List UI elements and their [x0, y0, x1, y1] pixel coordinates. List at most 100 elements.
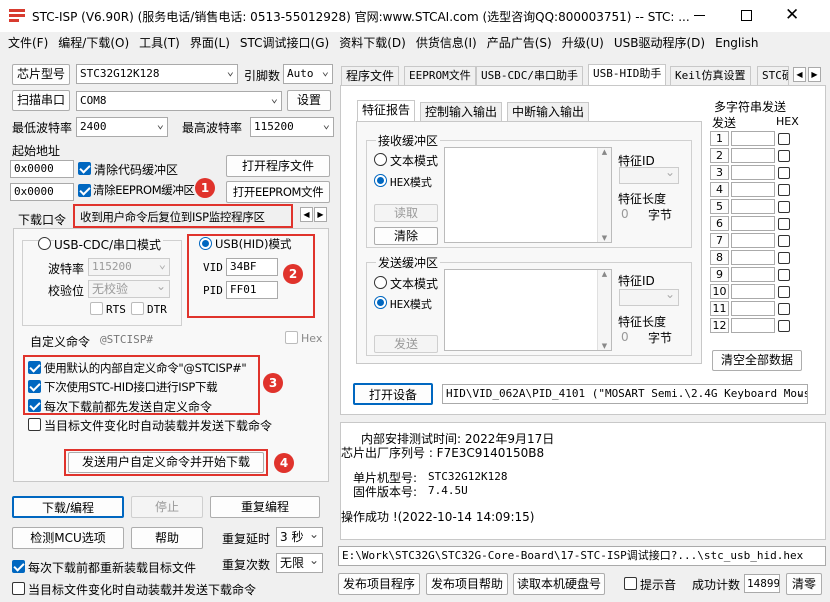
minimize-icon[interactable] — [694, 15, 705, 16]
rts-checkbox[interactable] — [90, 302, 103, 315]
scan-port-button[interactable]: 扫描串口 — [12, 90, 70, 111]
clear-eeprom-checkbox[interactable] — [78, 184, 91, 197]
port-select[interactable]: COM8 — [76, 91, 282, 111]
menu-program[interactable]: 编程/下载(O) — [53, 34, 134, 51]
subtab-control-io[interactable]: 控制输入输出 — [420, 102, 503, 122]
dtr-checkbox[interactable] — [131, 302, 144, 315]
multi-send-row-input[interactable] — [731, 318, 775, 333]
multi-send-row-hex-checkbox[interactable] — [778, 167, 790, 179]
multi-send-row-input[interactable] — [731, 284, 775, 299]
multi-send-row-button[interactable]: 5 — [710, 199, 729, 214]
multi-send-row-button[interactable]: 4 — [710, 182, 729, 197]
multi-send-row-hex-checkbox[interactable] — [778, 150, 790, 162]
download-button[interactable]: 下载/编程 — [12, 496, 124, 518]
close-icon[interactable]: ✕ — [785, 5, 799, 25]
tab-usb-hid[interactable]: USB-HID助手 — [588, 64, 667, 86]
send-textarea[interactable] — [444, 269, 612, 351]
menu-supply[interactable]: 供货信息(I) — [411, 34, 482, 51]
open-program-button[interactable]: 打开程序文件 — [226, 155, 330, 177]
multi-send-row-input[interactable] — [731, 267, 775, 282]
tab-scroll-right-icon[interactable]: ▶ — [314, 207, 327, 222]
open-device-button[interactable]: 打开设备 — [353, 383, 433, 405]
clear-count-button[interactable]: 清零 — [786, 573, 822, 595]
repeat-count-select[interactable]: 无限 — [276, 553, 323, 573]
recv-scrollbar[interactable]: ▲ ▼ — [597, 148, 611, 242]
recv-textarea[interactable] — [444, 147, 612, 243]
multi-send-row-hex-checkbox[interactable] — [778, 269, 790, 281]
multi-send-row-input[interactable] — [731, 165, 775, 180]
pins-select[interactable]: Auto — [283, 64, 333, 84]
auto-send-checkbox[interactable] — [28, 418, 41, 431]
multi-send-row-hex-checkbox[interactable] — [778, 252, 790, 264]
right-tab-scroll-right-icon[interactable]: ▶ — [808, 67, 821, 82]
send-scrollbar[interactable]: ▲ ▼ — [597, 270, 611, 350]
read-button[interactable]: 读取 — [374, 204, 438, 222]
beep-checkbox[interactable] — [624, 577, 637, 590]
maximize-icon[interactable] — [741, 10, 752, 21]
min-baud-select[interactable]: 2400 — [76, 117, 168, 137]
recv-text-mode-radio[interactable] — [374, 153, 387, 166]
multi-send-row-button[interactable]: 7 — [710, 233, 729, 248]
menu-tools[interactable]: 工具(T) — [134, 34, 185, 51]
cdc-mode-radio[interactable] — [38, 237, 51, 250]
multi-send-row-button[interactable]: 6 — [710, 216, 729, 231]
hid-next-checkbox[interactable] — [28, 380, 41, 393]
hex-checkbox[interactable] — [285, 331, 298, 344]
multi-send-row-input[interactable] — [731, 216, 775, 231]
menu-english[interactable]: English — [710, 36, 763, 50]
menu-ads[interactable]: 产品广告(S) — [482, 34, 557, 51]
subtab-feature-report[interactable]: 特征报告 — [357, 100, 416, 122]
tab-reset-isp[interactable]: 收到用户命令后复位到ISP监控程序区 — [80, 209, 265, 225]
default-cmd-checkbox[interactable] — [28, 361, 41, 374]
multi-send-row-input[interactable] — [731, 148, 775, 163]
multi-send-row-hex-checkbox[interactable] — [778, 218, 790, 230]
tab-usb-cdc[interactable]: USB-CDC/串口助手 — [476, 66, 583, 86]
menu-usb-driver[interactable]: USB驱动程序(D) — [609, 34, 710, 51]
send-text-mode-radio[interactable] — [374, 276, 387, 289]
multi-send-row-hex-checkbox[interactable] — [778, 235, 790, 247]
hid-mode-radio[interactable] — [199, 237, 212, 250]
menu-file[interactable]: 文件(F) — [3, 34, 53, 51]
multi-send-row-button[interactable]: 9 — [710, 267, 729, 282]
help-button[interactable]: 帮助 — [131, 527, 203, 549]
multi-send-row-input[interactable] — [731, 233, 775, 248]
multi-send-row-button[interactable]: 1 — [710, 131, 729, 146]
pid-input[interactable]: FF01 — [226, 281, 278, 299]
multi-send-row-button[interactable]: 3 — [710, 165, 729, 180]
repeat-delay-select[interactable]: 3 秒 — [276, 527, 323, 547]
multi-send-row-button[interactable]: 2 — [710, 148, 729, 163]
multi-send-row-input[interactable] — [731, 182, 775, 197]
parity-select[interactable]: 无校验 — [88, 280, 170, 298]
tab-stc-hw[interactable]: STC硬 — [757, 66, 789, 86]
multi-send-row-button[interactable]: 8 — [710, 250, 729, 265]
send-feature-id-select[interactable] — [619, 289, 679, 306]
clear-all-button[interactable]: 清空全部数据 — [712, 350, 802, 371]
send-custom-cmd-button[interactable]: 发送用户自定义命令并开始下载 — [68, 452, 264, 473]
recv-feature-id-select[interactable] — [619, 167, 679, 184]
send-button[interactable]: 发送 — [374, 335, 438, 353]
multi-send-row-button[interactable]: 11 — [710, 301, 729, 316]
menu-upgrade[interactable]: 升级(U) — [557, 34, 609, 51]
menu-download[interactable]: 资料下载(D) — [334, 34, 411, 51]
reprogram-button[interactable]: 重复编程 — [210, 496, 320, 518]
stop-button[interactable]: 停止 — [131, 496, 203, 518]
send-before-checkbox[interactable] — [28, 399, 41, 412]
read-disk-button[interactable]: 读取本机硬盘号 — [513, 573, 605, 595]
max-baud-select[interactable]: 115200 — [250, 117, 334, 137]
chip-model-button[interactable]: 芯片型号 — [12, 64, 70, 85]
publish-program-button[interactable]: 发布项目程序 — [338, 573, 420, 595]
multi-send-row-button[interactable]: 10 — [710, 284, 729, 299]
multi-send-row-input[interactable] — [731, 250, 775, 265]
tab-eeprom-file[interactable]: EEPROM文件 — [404, 66, 476, 86]
clear-code-checkbox[interactable] — [78, 162, 91, 175]
menu-interface[interactable]: 界面(L) — [185, 34, 235, 51]
publish-help-button[interactable]: 发布项目帮助 — [426, 573, 508, 595]
multi-send-row-hex-checkbox[interactable] — [778, 303, 790, 315]
recv-clear-button[interactable]: 清除 — [374, 227, 438, 245]
custom-cmd-input[interactable]: @STCISP# — [100, 333, 153, 346]
settings-button[interactable]: 设置 — [287, 90, 331, 111]
tab-keil-sim[interactable]: Keil仿真设置 — [670, 66, 751, 86]
vid-input[interactable]: 34BF — [226, 258, 278, 276]
right-tab-scroll-left-icon[interactable]: ◀ — [793, 67, 806, 82]
multi-send-row-hex-checkbox[interactable] — [778, 201, 790, 213]
